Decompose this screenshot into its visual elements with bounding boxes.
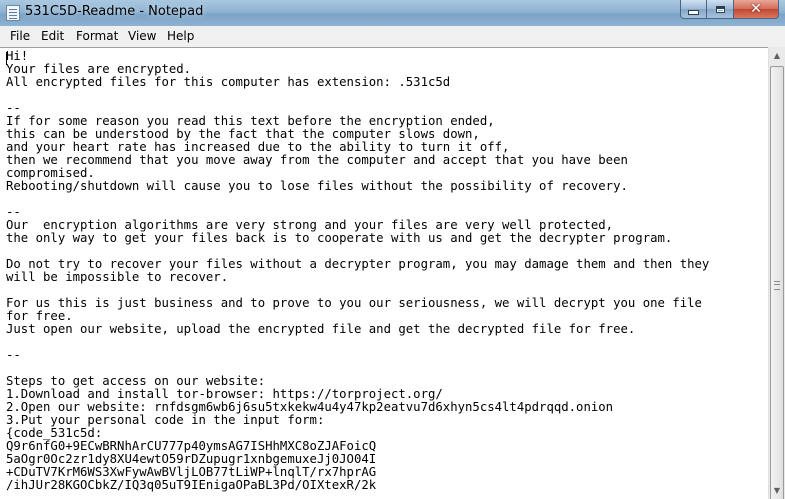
maximize-button[interactable] xyxy=(707,0,734,19)
text-line xyxy=(6,193,766,206)
scrollbar-grip xyxy=(774,281,780,290)
text-line: Just open our website, upload the encryp… xyxy=(6,322,636,336)
text-line: the only way to get your files back is t… xyxy=(6,231,673,245)
text-line: All encrypted files for this computer ha… xyxy=(6,75,451,89)
window-controls: ✕ xyxy=(680,0,779,20)
document-text[interactable]: Hi! Your files are encrypted. All encrypte… xyxy=(6,50,766,496)
minimize-icon xyxy=(688,10,699,15)
text-line: /ihJUr28KGOCbkZ/IQ3q05uT9IEnigaOPaBL3Pd/… xyxy=(6,478,377,492)
scroll-down-arrow-icon[interactable]: ▼ xyxy=(769,482,785,499)
scrollbar-thumb[interactable] xyxy=(770,66,784,499)
menu-view[interactable]: View xyxy=(128,29,156,43)
title-bar[interactable]: 531C5D-Readme - Notepad ✕ xyxy=(0,0,785,27)
scroll-up-arrow-icon[interactable]: ▲ xyxy=(769,47,785,64)
text-line: For us this is just business and to prov… xyxy=(6,296,702,310)
menu-edit[interactable]: Edit xyxy=(41,29,64,43)
text-line: -- xyxy=(6,348,21,362)
window-title: 531C5D-Readme - Notepad xyxy=(25,4,204,19)
minimize-button[interactable] xyxy=(680,0,707,19)
text-line: 3.Put your personal code in the input fo… xyxy=(6,413,325,427)
text-line xyxy=(6,336,766,349)
notepad-icon xyxy=(6,5,20,21)
notepad-window: 531C5D-Readme - Notepad ✕ File Edit Form… xyxy=(0,0,785,499)
text-editor-area[interactable]: Hi! Your files are encrypted. All encrypte… xyxy=(0,47,785,499)
menu-file[interactable]: File xyxy=(10,29,30,43)
vertical-scrollbar[interactable]: ▲ ▼ xyxy=(768,47,785,499)
text-line: then we recommend that you move away fro… xyxy=(6,153,628,167)
menu-format[interactable]: Format xyxy=(76,29,118,43)
menu-bar: File Edit Format View Help xyxy=(0,26,785,48)
close-button[interactable]: ✕ xyxy=(734,0,779,19)
text-line: will be impossible to recover. xyxy=(6,270,229,284)
text-caret xyxy=(6,52,7,65)
text-line: Rebooting/shutdown will cause you to los… xyxy=(6,179,628,193)
menu-help[interactable]: Help xyxy=(167,29,194,43)
maximize-icon xyxy=(715,5,725,13)
text-line xyxy=(6,89,766,102)
close-icon: ✕ xyxy=(750,1,762,17)
